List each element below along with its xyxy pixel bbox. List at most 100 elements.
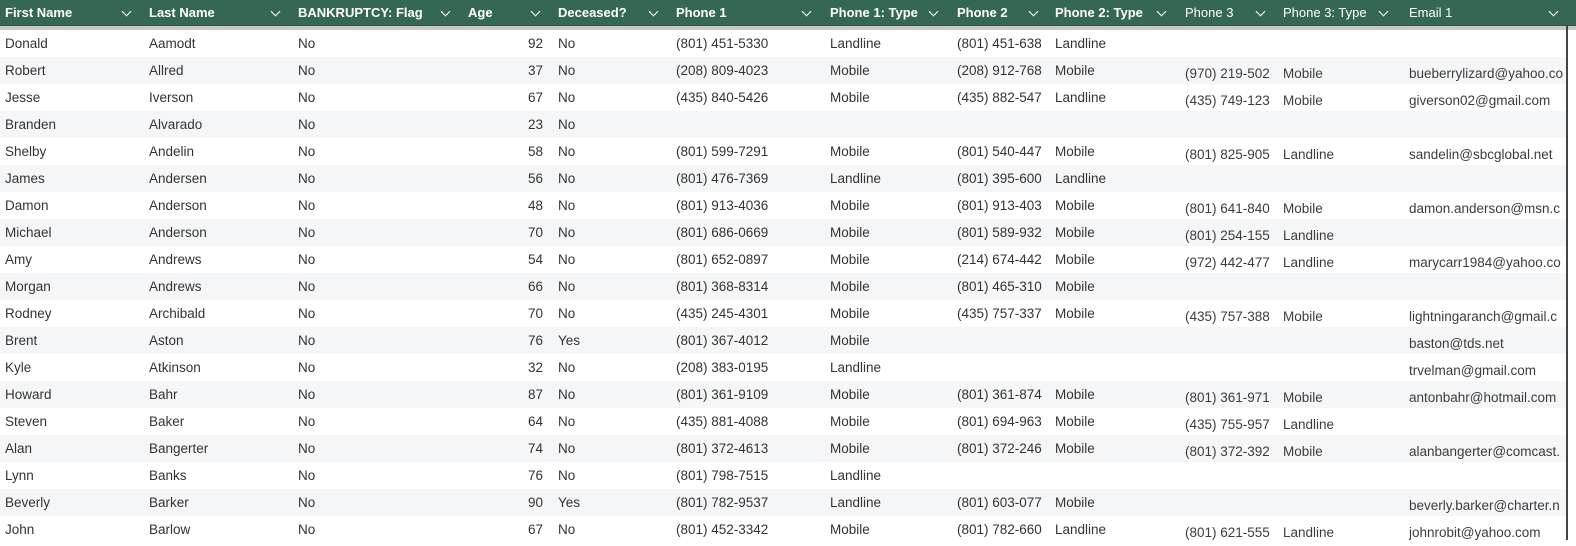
cell-first-name: Amy: [5, 252, 32, 267]
table-row[interactable]: Steven Baker No 64 No (435) 881-4088 Mobile (80…: [0, 408, 1566, 435]
cell-deceased: No: [558, 171, 576, 186]
cell-bankruptcy-flag: No: [298, 360, 316, 375]
table-row[interactable]: Alan Bangerter No 74 No (801) 372-4613 Mobile (…: [0, 435, 1566, 462]
cell-age: 90: [527, 495, 543, 510]
cell-first-name: Branden: [5, 117, 57, 132]
table-row[interactable]: Donald Aamodt No 92 No (801) 451-5330 Landline…: [0, 30, 1566, 57]
column-header-bankruptcy-flag[interactable]: BANKRUPTCY: Flag: [298, 0, 423, 26]
column-header-phone-1[interactable]: Phone 1: [676, 0, 727, 26]
cell-last-name: Allred: [149, 63, 184, 78]
column-header-phone-3-type[interactable]: Phone 3: Type: [1283, 0, 1367, 26]
column-header-phone-1-type[interactable]: Phone 1: Type: [830, 0, 918, 26]
cell-email-1: antonbahr@hotmail.com: [1409, 390, 1557, 405]
chevron-down-icon[interactable]: [270, 6, 281, 17]
cell-age: 54: [527, 252, 543, 267]
cell-deceased: No: [558, 468, 576, 483]
chevron-down-icon[interactable]: [121, 6, 132, 17]
table-row[interactable]: Rodney Archibald No 70 No (435) 245-4301 Mobil…: [0, 300, 1566, 327]
cell-phone-1: (435) 840-5426: [676, 90, 769, 105]
table-row[interactable]: Branden Alvarado No 23 No: [0, 111, 1566, 138]
column-header-first-name[interactable]: First Name: [5, 0, 72, 26]
cell-phone-1: (801) 798-7515: [676, 468, 769, 483]
chevron-down-icon[interactable]: [440, 6, 451, 17]
table-row[interactable]: Brent Aston No 76 Yes (801) 367-4012 Mobile bas…: [0, 327, 1566, 354]
column-header-phone-2-type[interactable]: Phone 2: Type: [1055, 0, 1143, 26]
chevron-down-icon[interactable]: [1548, 6, 1559, 17]
cell-bankruptcy-flag: No: [298, 306, 316, 321]
chevron-down-icon[interactable]: [928, 6, 939, 17]
cell-first-name: Alan: [5, 441, 33, 456]
vertical-scrollbar[interactable]: [1566, 26, 1568, 540]
cell-phone-2: (801) 395-600: [957, 171, 1042, 186]
cell-phone-2: (208) 912-768: [957, 63, 1042, 78]
cell-deceased: No: [558, 36, 576, 51]
cell-phone-1-type: Mobile: [830, 90, 870, 105]
table-row[interactable]: James Andersen No 56 No (801) 476-7369 Landlin…: [0, 165, 1566, 192]
grid-header: First Name Last Name BANKRUPTCY: Flag Age De…: [0, 0, 1576, 26]
chevron-down-icon[interactable]: [530, 6, 541, 17]
cell-phone-1: (801) 368-8314: [676, 279, 769, 294]
chevron-down-icon[interactable]: [1378, 6, 1389, 17]
cell-phone-3-type: Landline: [1283, 147, 1335, 162]
cell-last-name: Atkinson: [149, 360, 201, 375]
cell-phone-3: (970) 219-502: [1185, 66, 1270, 81]
cell-phone-2: (435) 882-547: [957, 90, 1042, 105]
table-row[interactable]: Howard Bahr No 87 No (801) 361-9109 Mobile (801…: [0, 381, 1566, 408]
cell-age: 32: [527, 360, 543, 375]
cell-phone-2-type: Landline: [1055, 90, 1107, 105]
cell-deceased: No: [558, 360, 576, 375]
cell-phone-3: (801) 372-392: [1185, 444, 1270, 459]
cell-phone-2-type: Mobile: [1055, 225, 1095, 240]
table-row[interactable]: Jesse Iverson No 67 No (435) 840-5426 Mobile (4…: [0, 84, 1566, 111]
cell-deceased: Yes: [558, 333, 581, 348]
cell-first-name: Kyle: [5, 360, 32, 375]
table-row[interactable]: Morgan Andrews No 66 No (801) 368-8314 Mobile (…: [0, 273, 1566, 300]
cell-deceased: No: [558, 198, 576, 213]
table-row[interactable]: Kyle Atkinson No 32 No (208) 383-0195 Landline…: [0, 354, 1566, 381]
chevron-down-icon[interactable]: [1028, 6, 1039, 17]
table-row[interactable]: Robert Allred No 37 No (208) 809-4023 Mobile (2…: [0, 57, 1566, 84]
column-header-email-1[interactable]: Email 1: [1409, 0, 1452, 26]
cell-bankruptcy-flag: No: [298, 333, 316, 348]
column-header-deceased[interactable]: Deceased?: [558, 0, 627, 26]
cell-phone-1: (208) 383-0195: [676, 360, 769, 375]
cell-phone-1-type: Mobile: [830, 144, 870, 159]
column-header-phone-3[interactable]: Phone 3: [1185, 0, 1233, 26]
cell-bankruptcy-flag: No: [298, 63, 316, 78]
cell-first-name: Michael: [5, 225, 52, 240]
cell-phone-2-type: Mobile: [1055, 63, 1095, 78]
table-row[interactable]: Michael Anderson No 70 No (801) 686-0669 Mobil…: [0, 219, 1566, 246]
cell-email-1: baston@tds.net: [1409, 336, 1504, 351]
cell-phone-1: (801) 361-9109: [676, 387, 769, 402]
cell-deceased: No: [558, 63, 576, 78]
chevron-down-icon[interactable]: [648, 6, 659, 17]
cell-phone-1: (801) 451-5330: [676, 36, 769, 51]
table-row[interactable]: Amy Andrews No 54 No (801) 652-0897 Mobile (214…: [0, 246, 1566, 273]
cell-first-name: Shelby: [5, 144, 47, 159]
cell-phone-2: (801) 694-963: [957, 414, 1042, 429]
cell-first-name: Beverly: [5, 495, 51, 510]
table-row[interactable]: Damon Anderson No 48 No (801) 913-4036 Mobile (…: [0, 192, 1566, 219]
table-row[interactable]: Shelby Andelin No 58 No (801) 599-7291 Mobile (…: [0, 138, 1566, 165]
cell-first-name: Morgan: [5, 279, 51, 294]
table-row[interactable]: Lynn Banks No 76 No (801) 798-7515 Landline: [0, 462, 1566, 489]
cell-last-name: Aston: [149, 333, 184, 348]
chevron-down-icon[interactable]: [1156, 6, 1167, 17]
cell-deceased: No: [558, 306, 576, 321]
cell-deceased: Yes: [558, 495, 581, 510]
table-row[interactable]: John Barlow No 67 No (801) 452-3342 Mobile (801…: [0, 516, 1566, 543]
cell-phone-1-type: Mobile: [830, 198, 870, 213]
cell-deceased: No: [558, 387, 576, 402]
cell-phone-3-type: Mobile: [1283, 390, 1323, 405]
cell-first-name: Howard: [5, 387, 52, 402]
cell-phone-1-type: Mobile: [830, 225, 870, 240]
cell-phone-1-type: Landline: [830, 36, 882, 51]
column-header-phone-2[interactable]: Phone 2: [957, 0, 1008, 26]
table-row[interactable]: Beverly Barker No 90 Yes (801) 782-9537 Landli…: [0, 489, 1566, 516]
column-header-age[interactable]: Age: [468, 0, 493, 26]
chevron-down-icon[interactable]: [1255, 6, 1266, 17]
column-header-last-name[interactable]: Last Name: [149, 0, 215, 26]
chevron-down-icon[interactable]: [801, 6, 812, 17]
cell-first-name: James: [5, 171, 45, 186]
cell-phone-1-type: Mobile: [830, 522, 870, 537]
